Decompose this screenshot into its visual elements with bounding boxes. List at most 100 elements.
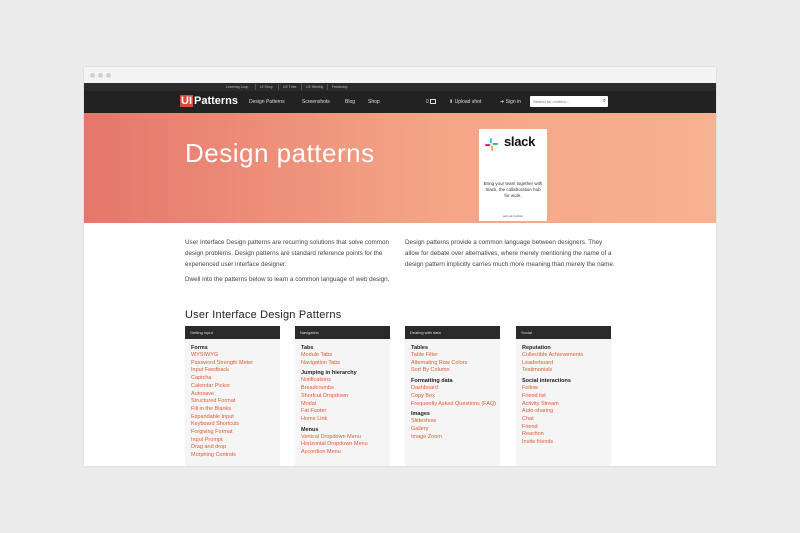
intro-paragraph-2: Dwell into the patterns below to learn a… — [185, 276, 390, 283]
pattern-link[interactable]: Follow — [522, 385, 605, 393]
pattern-group-title: Tables — [411, 345, 429, 351]
collection-count: 0 — [426, 99, 429, 105]
nav-link-blog[interactable]: Blog — [345, 99, 355, 105]
slack-logo-icon — [485, 138, 498, 151]
pattern-link[interactable]: Leaderboard — [522, 360, 605, 368]
pattern-group-title: Tabs — [301, 345, 314, 351]
network-link-ui-shop[interactable]: UI Shop — [260, 85, 273, 89]
hero-banner: Design patterns slack Bring your team to… — [84, 113, 716, 223]
pattern-link[interactable]: Chat — [522, 416, 605, 424]
pattern-link[interactable]: Collectible Achievements — [522, 352, 605, 360]
site-logo[interactable]: UI Patterns — [180, 95, 238, 108]
pattern-link[interactable]: Friend — [522, 424, 605, 432]
pattern-link[interactable]: Friend list — [522, 393, 605, 401]
pattern-link[interactable]: Captcha — [191, 375, 274, 383]
pattern-link[interactable]: Navigation Tabs — [301, 360, 384, 368]
column-body: Reputation Collectible Achievements Leader… — [516, 339, 611, 466]
network-separator — [278, 84, 279, 90]
nav-link-screenshots[interactable]: Screenshots — [302, 99, 330, 105]
main-content: User Interface Design patterns are recur… — [84, 224, 716, 466]
upload-label: Upload shot — [454, 99, 482, 105]
column-header: Navigation — [295, 326, 390, 339]
pattern-group-title: Reputation — [522, 345, 551, 351]
pattern-link[interactable]: WYSIWYG — [191, 352, 274, 360]
pattern-link[interactable]: Breadcrumbs — [301, 385, 384, 393]
carbon-ad[interactable]: slack Bring your team together with Slac… — [479, 129, 547, 221]
search-icon[interactable]: ⌕ — [603, 98, 606, 105]
pattern-column-social: Social Reputation Collectible Achievements… — [516, 326, 611, 466]
pattern-link[interactable]: Vertical Dropdown Menu — [301, 434, 384, 442]
upload-shot-link[interactable]: ⬆ Upload shot — [449, 99, 481, 105]
pattern-link[interactable]: Reaction — [522, 431, 605, 439]
nav-link-shop[interactable]: Shop — [368, 99, 380, 105]
search-input[interactable] — [530, 96, 593, 107]
network-separator — [327, 84, 328, 90]
pattern-column-getting-input: Getting input Forms WYSIWYG Password Streng… — [185, 326, 280, 466]
column-body: Tabs Module Tabs Navigation Tabs Jumping in… — [295, 339, 390, 466]
pattern-link[interactable]: Invite friends — [522, 439, 605, 447]
pattern-link[interactable]: Slideshow — [411, 418, 494, 426]
main-navbar: UI Patterns Design Patterns Screenshots B… — [84, 91, 716, 113]
ad-copy: Bring your team together with Slack, the… — [483, 181, 543, 198]
column-header: Dealing with data — [405, 326, 500, 339]
pattern-link[interactable]: Module Tabs — [301, 352, 384, 360]
intro-paragraph-3: Design patterns provide a common languag… — [405, 239, 615, 268]
window-maximize-dot[interactable] — [106, 73, 111, 78]
pattern-link[interactable]: Auto-sharing — [522, 408, 605, 416]
pattern-link[interactable]: Autosave — [191, 391, 274, 399]
pattern-column-navigation: Navigation Tabs Module Tabs Navigation Tabs… — [295, 326, 390, 466]
pattern-link[interactable]: Table Filter — [411, 352, 494, 360]
collection-counter[interactable]: 0 — [426, 99, 437, 105]
ad-attribution[interactable]: ads via Carbon — [479, 214, 547, 218]
pattern-link[interactable]: Alternating Row Colors — [411, 360, 494, 368]
pattern-link[interactable]: Input Feedback — [191, 367, 274, 375]
pattern-link[interactable]: Testimonials — [522, 367, 605, 375]
pattern-link[interactable]: Keyboard Shortcuts — [191, 421, 274, 429]
network-link-ux-tribe[interactable]: UX Tribe — [283, 85, 297, 89]
pattern-link[interactable]: Accordion Menu — [301, 449, 384, 457]
sign-in-link[interactable]: ➜ Sign in — [500, 99, 521, 105]
column-body: Forms WYSIWYG Password Strength Meter Input… — [185, 339, 280, 466]
pattern-link[interactable]: Horizontal Dropdown Menu — [301, 441, 384, 449]
search-box: ⌕ — [530, 96, 608, 107]
pattern-link[interactable]: Calendar Picker — [191, 383, 274, 391]
network-link-ux-weekly[interactable]: UX Weekly — [306, 85, 323, 89]
pattern-link[interactable]: Gallery — [411, 426, 494, 434]
intro-paragraph-1: User Interface Design patterns are recur… — [185, 239, 390, 268]
network-separator — [255, 84, 256, 90]
pattern-link[interactable]: Activity Stream — [522, 401, 605, 409]
pattern-link[interactable]: Structured Format — [191, 398, 274, 406]
pattern-link[interactable]: Notifications — [301, 377, 384, 385]
pattern-link[interactable]: Drag and drop — [191, 444, 274, 452]
network-separator — [301, 84, 302, 90]
network-link-learning-loop[interactable]: Learning Loop — [226, 85, 248, 89]
pattern-link[interactable]: Password Strength Meter — [191, 360, 274, 368]
upload-icon: ⬆ — [449, 99, 454, 105]
pattern-link[interactable]: Fat Footer — [301, 408, 384, 416]
column-body: Tables Table Filter Alternating Row Colors… — [405, 339, 500, 466]
pattern-link[interactable]: Sort By Column — [411, 367, 494, 375]
window-minimize-dot[interactable] — [98, 73, 103, 78]
pattern-link[interactable]: Dashboard — [411, 385, 494, 393]
pattern-link[interactable]: Copy Box — [411, 393, 494, 401]
page-title: Design patterns — [185, 138, 375, 168]
section-title: User Interface Design Patterns — [185, 309, 342, 321]
pattern-link[interactable]: Frequently Asked Questions (FAQ) — [411, 401, 496, 409]
pattern-link[interactable]: Home Link — [301, 416, 384, 424]
signin-icon: ➜ — [500, 99, 505, 105]
pattern-link[interactable]: Modal — [301, 401, 384, 409]
nav-link-design-patterns[interactable]: Design Patterns — [249, 99, 285, 105]
pattern-link[interactable]: Fill in the Blanks — [191, 406, 274, 414]
network-link-feedshop[interactable]: Feedshop — [332, 85, 348, 89]
logo-text: Patterns — [194, 95, 239, 107]
pattern-link[interactable]: Image Zoom — [411, 434, 494, 442]
pattern-link[interactable]: Input Prompt — [191, 437, 274, 445]
pattern-link[interactable]: Morphing Controls — [191, 452, 274, 460]
pattern-link[interactable]: Expandable Input — [191, 414, 274, 422]
pattern-link[interactable]: Forgiving Format — [191, 429, 274, 437]
window-close-dot[interactable] — [90, 73, 95, 78]
pattern-group-title: Images — [411, 411, 430, 418]
pattern-group-title: Forms — [191, 345, 208, 351]
column-header: Social — [516, 326, 611, 339]
pattern-link[interactable]: Shortcut Dropdown — [301, 393, 384, 401]
